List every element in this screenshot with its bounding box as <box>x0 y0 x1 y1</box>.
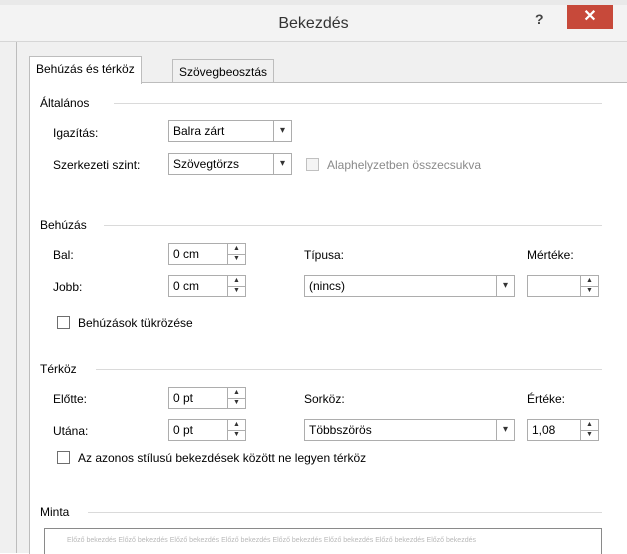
line-spacing-label: Sorköz: <box>304 392 345 406</box>
mirror-indents-checkbox[interactable] <box>57 316 70 329</box>
spin-down-icon[interactable]: ▼ <box>581 430 598 440</box>
spacing-before-label: Előtte: <box>53 392 88 406</box>
spacing-legend: Térköz <box>40 362 77 376</box>
no-space-same-style-label: Az azonos stílusú bekezdések között ne l… <box>78 451 367 465</box>
group-divider <box>104 225 602 226</box>
special-type-value: (nincs) <box>309 279 346 293</box>
spinner-buttons: ▲ ▼ <box>227 388 245 408</box>
tab-label: Behúzás és térköz <box>36 62 135 76</box>
close-button[interactable]: ✕ <box>567 5 613 29</box>
spinner-buttons: ▲ ▼ <box>580 276 598 296</box>
indent-by-label: Mértéke: <box>527 248 574 262</box>
line-spacing-at-value: 1,08 <box>532 423 556 437</box>
special-type-select[interactable]: (nincs) ▾ <box>304 275 515 297</box>
indent-left-spinner[interactable]: 0 cm ▲ ▼ <box>168 243 246 265</box>
indent-left-value: 0 cm <box>173 247 200 261</box>
indent-right-value: 0 cm <box>173 279 200 293</box>
spin-down-icon[interactable]: ▼ <box>581 286 598 296</box>
special-type-label: Típusa: <box>304 248 345 262</box>
chevron-down-icon: ▾ <box>496 276 514 296</box>
spin-down-icon[interactable]: ▼ <box>228 254 245 264</box>
alignment-label: Igazítás: <box>53 126 99 140</box>
indent-right-spinner[interactable]: 0 cm ▲ ▼ <box>168 275 246 297</box>
collapsed-checkbox[interactable] <box>306 158 319 171</box>
line-spacing-at-label: Értéke: <box>527 392 566 406</box>
line-spacing-select[interactable]: Többszörös ▾ <box>304 419 515 441</box>
spinner-buttons: ▲ ▼ <box>580 420 598 440</box>
group-divider <box>96 369 602 370</box>
spacing-after-spinner[interactable]: 0 pt ▲ ▼ <box>168 419 246 441</box>
dialog-title: Bekezdés <box>278 15 349 32</box>
spinner-buttons: ▲ ▼ <box>227 276 245 296</box>
general-legend: Általános <box>40 96 90 110</box>
line-spacing-value: Többszörös <box>309 423 372 437</box>
tab-label: Szövegbeosztás <box>179 65 268 79</box>
spin-down-icon[interactable]: ▼ <box>228 286 245 296</box>
spinner-buttons: ▲ ▼ <box>227 244 245 264</box>
group-divider <box>114 103 602 104</box>
chevron-down-icon: ▾ <box>496 420 514 440</box>
tab-indents-and-spacing[interactable]: Behúzás és térköz <box>29 56 142 84</box>
alignment-value: Balra zárt <box>173 124 225 138</box>
outline-level-label: Szerkezeti szint: <box>53 158 141 172</box>
left-border <box>16 42 17 553</box>
no-space-same-style-checkbox[interactable] <box>57 451 70 464</box>
indent-right-label: Jobb: <box>53 280 83 294</box>
spinner-buttons: ▲ ▼ <box>227 420 245 440</box>
spin-down-icon[interactable]: ▼ <box>228 430 245 440</box>
group-divider <box>88 512 602 513</box>
preview-box: Előző bekezdés Előző bekezdés Előző beke… <box>44 528 602 554</box>
spin-down-icon[interactable]: ▼ <box>228 398 245 408</box>
outline-level-value: Szövegtörzs <box>173 157 240 171</box>
chevron-down-icon: ▾ <box>273 121 291 141</box>
indent-by-spinner[interactable]: ▲ ▼ <box>527 275 599 297</box>
outline-level-select[interactable]: Szövegtörzs ▾ <box>168 153 292 175</box>
indent-legend: Behúzás <box>40 218 87 232</box>
tab-line-and-page-breaks[interactable]: Szövegbeosztás <box>172 59 275 84</box>
title-bar[interactable]: Bekezdés ? ✕ <box>0 5 627 42</box>
collapsed-label: Alaphelyzetben összecsukva <box>327 158 482 172</box>
spacing-before-spinner[interactable]: 0 pt ▲ ▼ <box>168 387 246 409</box>
indent-left-label: Bal: <box>53 248 74 262</box>
spacing-after-value: 0 pt <box>173 423 194 437</box>
mirror-indents-label: Behúzások tükrözése <box>78 316 193 330</box>
preview-legend: Minta <box>40 505 70 519</box>
spacing-before-value: 0 pt <box>173 391 194 405</box>
help-button[interactable]: ? <box>535 11 544 27</box>
alignment-select[interactable]: Balra zárt ▾ <box>168 120 292 142</box>
preview-text: Előző bekezdés Előző bekezdés Előző beke… <box>67 537 476 544</box>
line-spacing-at-spinner[interactable]: 1,08 ▲ ▼ <box>527 419 599 441</box>
spacing-after-label: Utána: <box>53 424 89 438</box>
chevron-down-icon: ▾ <box>273 154 291 174</box>
